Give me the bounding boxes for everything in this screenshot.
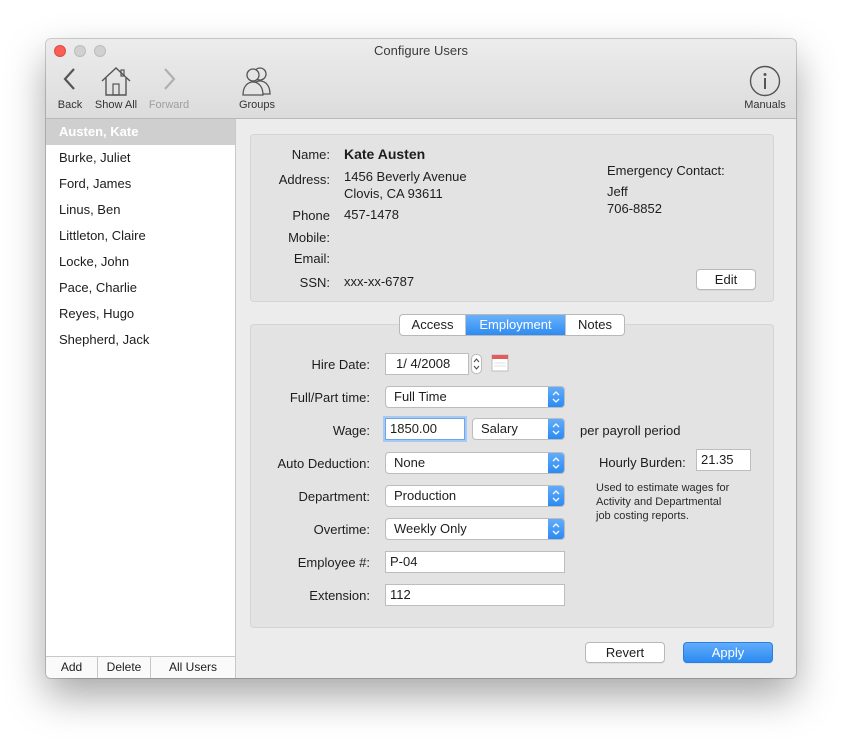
hourly-burden-note-line: Activity and Departmental	[596, 496, 722, 508]
hourly-burden-note: Used to estimate wages for Activity and …	[596, 481, 729, 523]
hire-date-stepper[interactable]	[471, 354, 482, 374]
address-line1: 1456 Beverly Avenue	[344, 169, 467, 184]
per-payroll-period-label: per payroll period	[580, 423, 681, 438]
overtime-select[interactable]: Weekly Only	[385, 518, 565, 540]
configure-users-window: Configure Users Back Show All Forward Gr…	[46, 39, 796, 678]
show-all-label: Show All	[94, 99, 138, 111]
tab-employment[interactable]: Employment	[466, 315, 566, 335]
department-label: Department:	[298, 489, 370, 504]
user-list-item[interactable]: Linus, Ben	[46, 197, 235, 223]
employment-tabs: Access Employment Notes	[399, 314, 625, 336]
forward-button[interactable]: Forward	[146, 65, 192, 111]
phone-label: Phone	[292, 208, 330, 223]
wage-label: Wage:	[332, 423, 370, 438]
add-user-button[interactable]: Add	[46, 657, 98, 678]
ssn-label: SSN:	[299, 275, 330, 290]
emergency-contact-phone: 706-8852	[607, 201, 662, 216]
manuals-button[interactable]: Manuals	[740, 65, 790, 111]
contact-panel: Name: Kate Austen Address: 1456 Beverly …	[250, 134, 774, 302]
manuals-label: Manuals	[744, 99, 786, 111]
user-list: Austen, Kate Burke, Juliet Ford, James L…	[46, 119, 236, 678]
user-list-actions: Add Delete All Users	[46, 656, 235, 678]
user-list-item[interactable]: Austen, Kate	[46, 119, 235, 145]
forward-label: Forward	[148, 99, 190, 111]
stepper-arrows-icon	[473, 358, 480, 370]
show-all-button[interactable]: Show All	[92, 65, 140, 111]
phone-value: 457-1478	[344, 207, 399, 222]
full-part-time-select[interactable]: Full Time	[385, 386, 565, 408]
delete-user-button[interactable]: Delete	[98, 657, 151, 678]
department-select[interactable]: Production	[385, 485, 565, 507]
user-list-item[interactable]: Shepherd, Jack	[46, 327, 235, 353]
employee-number-field[interactable]: P-04	[385, 551, 565, 573]
popup-arrows-icon	[548, 419, 564, 439]
wage-field[interactable]: 1850.00	[385, 418, 465, 440]
auto-deduction-label: Auto Deduction:	[277, 456, 370, 471]
hourly-burden-note-line: job costing reports.	[596, 510, 689, 522]
ssn-value: xxx-xx-6787	[344, 274, 415, 289]
full-part-time-label: Full/Part time:	[289, 390, 370, 405]
chevron-right-icon	[164, 68, 176, 90]
auto-deduction-select[interactable]: None	[385, 452, 565, 474]
user-list-item[interactable]: Ford, James	[46, 171, 235, 197]
wage-type-value: Salary	[481, 421, 518, 436]
hire-date-label: Hire Date:	[311, 357, 370, 372]
user-list-item[interactable]: Pace, Charlie	[46, 275, 235, 301]
people-icon	[242, 67, 271, 96]
window-title: Configure Users	[374, 43, 468, 58]
overtime-label: Overtime:	[313, 522, 370, 537]
hourly-burden-field[interactable]: 21.35	[696, 449, 751, 471]
wage-type-select[interactable]: Salary	[472, 418, 565, 440]
hourly-burden-note-line: Used to estimate wages for	[596, 482, 730, 494]
overtime-value: Weekly Only	[394, 521, 467, 536]
emergency-contact-name: Jeff	[607, 184, 628, 199]
revert-button[interactable]: Revert	[585, 642, 665, 663]
tab-access[interactable]: Access	[400, 315, 466, 335]
user-list-item[interactable]: Locke, John	[46, 249, 235, 275]
user-name: Kate Austen	[344, 146, 426, 162]
mobile-label: Mobile:	[288, 230, 330, 245]
user-list-item[interactable]: Reyes, Hugo	[46, 301, 235, 327]
calendar-icon[interactable]	[491, 354, 509, 372]
full-part-time-value: Full Time	[394, 389, 447, 404]
hire-date-field[interactable]: 1/ 4/2008	[385, 353, 469, 375]
info-icon	[749, 65, 781, 97]
all-users-button[interactable]: All Users	[151, 657, 235, 678]
auto-deduction-value: None	[394, 455, 426, 470]
email-label: Email:	[293, 251, 330, 266]
house-icon	[101, 67, 131, 96]
popup-arrows-icon	[548, 387, 564, 407]
employment-panel: Hire Date: 1/ 4/2008 Full/Part time: Ful…	[250, 324, 774, 628]
popup-arrows-icon	[548, 519, 564, 539]
tab-notes[interactable]: Notes	[566, 315, 624, 335]
user-list-item[interactable]: Littleton, Claire	[46, 223, 235, 249]
groups-label: Groups	[238, 99, 276, 111]
extension-label: Extension:	[309, 588, 370, 603]
chevron-left-icon	[63, 68, 75, 90]
popup-arrows-icon	[548, 453, 564, 473]
address-line2: Clovis, CA 93611	[344, 186, 443, 201]
address-label: Address:	[278, 172, 330, 187]
popup-arrows-icon	[548, 486, 564, 506]
department-value: Production	[394, 488, 457, 503]
titlebar: Configure Users Back Show All Forward Gr…	[46, 39, 796, 119]
emergency-contact-label: Emergency Contact:	[607, 163, 725, 178]
back-button[interactable]: Back	[52, 65, 88, 111]
user-list-item[interactable]: Burke, Juliet	[46, 145, 235, 171]
edit-button[interactable]: Edit	[696, 269, 756, 290]
back-label: Back	[57, 99, 83, 111]
extension-field[interactable]: 112	[385, 584, 565, 606]
hourly-burden-label: Hourly Burden:	[599, 455, 686, 470]
name-label: Name:	[291, 147, 330, 162]
groups-button[interactable]: Groups	[234, 65, 280, 111]
employee-number-label: Employee #:	[297, 555, 370, 570]
apply-button[interactable]: Apply	[683, 642, 773, 663]
